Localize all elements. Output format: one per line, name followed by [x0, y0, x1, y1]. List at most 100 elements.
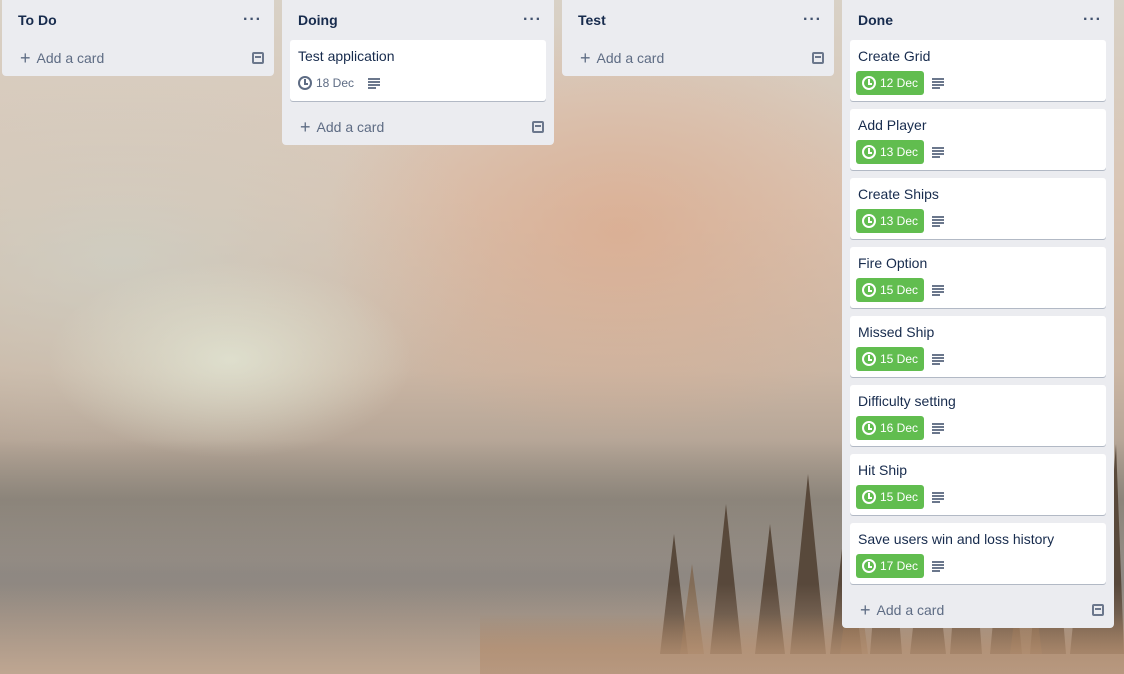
card[interactable]: Test application 18 Dec	[290, 40, 546, 101]
clock-icon	[862, 283, 876, 297]
card-title: Missed Ship	[858, 324, 935, 340]
card[interactable]: Create Ships 13 Dec	[850, 178, 1106, 239]
card-title: Test application	[298, 48, 395, 64]
card-title: Fire Option	[858, 255, 928, 271]
card-badges: 18 Dec	[298, 71, 538, 95]
list-header: Doing ···	[282, 0, 554, 40]
card-badges: 13 Dec	[856, 140, 1098, 164]
clock-icon	[862, 490, 876, 504]
card[interactable]: Create Grid 12 Dec	[850, 40, 1106, 101]
card-template-icon[interactable]	[532, 121, 544, 133]
card-badges: 15 Dec	[856, 485, 1098, 509]
due-date-text: 16 Dec	[880, 421, 919, 435]
due-date-badge[interactable]: 15 Dec	[856, 278, 925, 302]
due-date-text: 15 Dec	[880, 352, 919, 366]
list-title[interactable]: Test	[578, 12, 606, 28]
card-badges: 15 Dec	[856, 347, 1098, 371]
add-card-row: + Add a card	[282, 109, 554, 145]
clock-icon	[862, 559, 876, 573]
plus-icon: +	[580, 48, 591, 68]
due-date-badge[interactable]: 15 Dec	[856, 485, 925, 509]
due-date-badge[interactable]: 13 Dec	[856, 140, 925, 164]
more-horizontal-icon[interactable]: ···	[1083, 12, 1102, 28]
card-badges: 13 Dec	[856, 209, 1098, 233]
card[interactable]: Save users win and loss history 17 Dec	[850, 523, 1106, 584]
add-card-button[interactable]: + Add a card	[20, 49, 104, 67]
clock-icon	[862, 352, 876, 366]
add-card-button[interactable]: + Add a card	[300, 118, 384, 136]
card-badges: 17 Dec	[856, 554, 1098, 578]
list-to-do: To Do ··· + Add a card	[2, 0, 274, 76]
add-card-row: + Add a card	[842, 592, 1114, 628]
due-date-text: 15 Dec	[880, 283, 919, 297]
clock-icon	[862, 76, 876, 90]
card[interactable]: Fire Option 15 Dec	[850, 247, 1106, 308]
list-header: To Do ···	[2, 0, 274, 40]
description-icon	[932, 423, 945, 434]
description-icon	[932, 147, 945, 158]
add-card-row: + Add a card	[562, 40, 834, 76]
description-icon	[368, 78, 381, 89]
due-date-badge[interactable]: 17 Dec	[856, 554, 925, 578]
list-title[interactable]: To Do	[18, 12, 57, 28]
clock-icon	[862, 145, 876, 159]
description-icon	[932, 492, 945, 503]
due-date-text: 12 Dec	[880, 76, 919, 90]
description-icon	[932, 561, 945, 572]
plus-icon: +	[300, 117, 311, 137]
due-date-badge[interactable]: 16 Dec	[856, 416, 925, 440]
due-date-text: 13 Dec	[880, 145, 919, 159]
list-title[interactable]: Done	[858, 12, 893, 28]
more-horizontal-icon[interactable]: ···	[243, 12, 262, 28]
card-title: Create Ships	[858, 186, 939, 202]
description-icon	[932, 354, 945, 365]
due-date-text: 13 Dec	[880, 214, 919, 228]
list-header: Test ···	[562, 0, 834, 40]
list-title[interactable]: Doing	[298, 12, 338, 28]
card-badges: 16 Dec	[856, 416, 1098, 440]
description-icon	[932, 216, 945, 227]
card[interactable]: Missed Ship 15 Dec	[850, 316, 1106, 377]
description-icon	[932, 285, 945, 296]
card-template-icon[interactable]	[812, 52, 824, 64]
card-title: Save users win and loss history	[858, 531, 1055, 547]
due-date-text: 17 Dec	[880, 559, 919, 573]
clock-icon	[862, 421, 876, 435]
due-date-badge[interactable]: 12 Dec	[856, 71, 925, 95]
add-card-label: Add a card	[316, 119, 385, 135]
card[interactable]: Hit Ship 15 Dec	[850, 454, 1106, 515]
list-header: Done ···	[842, 0, 1114, 40]
add-card-label: Add a card	[876, 602, 945, 618]
plus-icon: +	[20, 48, 31, 68]
add-card-label: Add a card	[36, 50, 105, 66]
card-title: Hit Ship	[858, 462, 908, 478]
due-date-text: 15 Dec	[880, 490, 919, 504]
add-card-button[interactable]: + Add a card	[580, 49, 664, 67]
more-horizontal-icon[interactable]: ···	[803, 12, 822, 28]
add-card-row: + Add a card	[2, 40, 274, 76]
card-list: Test application 18 Dec	[282, 40, 554, 101]
description-icon	[932, 78, 945, 89]
card-badges: 15 Dec	[856, 278, 1098, 302]
card-title: Create Grid	[858, 48, 931, 64]
card-title: Add Player	[858, 117, 927, 133]
card[interactable]: Difficulty setting 16 Dec	[850, 385, 1106, 446]
card[interactable]: Add Player 13 Dec	[850, 109, 1106, 170]
list-test: Test ··· + Add a card	[562, 0, 834, 76]
clock-icon	[862, 214, 876, 228]
due-date-badge[interactable]: 15 Dec	[856, 347, 925, 371]
add-card-button[interactable]: + Add a card	[860, 601, 944, 619]
list-doing: Doing ··· Test application 18 Dec + Add …	[282, 0, 554, 145]
card-template-icon[interactable]	[1092, 604, 1104, 616]
card-template-icon[interactable]	[252, 52, 264, 64]
card-list: Create Grid 12 Dec Add Player 13 Dec Cre…	[842, 40, 1114, 584]
card-badges: 12 Dec	[856, 71, 1098, 95]
due-date-text: 18 Dec	[316, 76, 355, 90]
list-done: Done ··· Create Grid 12 Dec Add Player 1…	[842, 0, 1114, 628]
clock-icon	[298, 76, 312, 90]
due-date-badge[interactable]: 18 Dec	[292, 71, 360, 95]
card-title: Difficulty setting	[858, 393, 956, 409]
more-horizontal-icon[interactable]: ···	[523, 12, 542, 28]
due-date-badge[interactable]: 13 Dec	[856, 209, 925, 233]
add-card-label: Add a card	[596, 50, 665, 66]
